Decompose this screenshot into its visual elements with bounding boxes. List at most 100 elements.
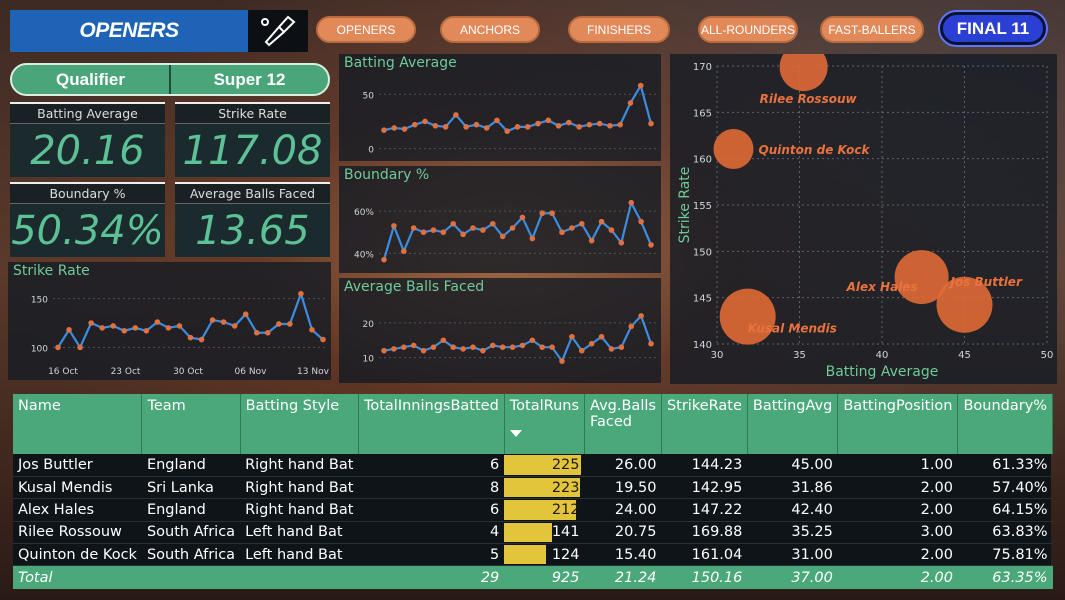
data-point (524, 124, 531, 130)
table-cell: Left hand Bat (240, 521, 359, 545)
data-point (165, 325, 172, 331)
table-cell: 63.83% (957, 521, 1053, 545)
table-cell: Jos Buttler (13, 454, 142, 477)
data-point (576, 124, 582, 130)
kpi-boundary-pct: Boundary % 50.34% (10, 182, 165, 257)
data-point (529, 235, 536, 242)
table-cell: 8 (358, 476, 505, 500)
data-point (617, 121, 623, 128)
data-point (55, 344, 61, 351)
column-header[interactable]: Batting Style (240, 394, 359, 454)
table-cell: 212 (504, 498, 585, 522)
data-point (578, 220, 585, 227)
bubble (779, 54, 828, 92)
table-cell: 57.40% (957, 476, 1053, 500)
data-point (535, 120, 541, 127)
total-cell: 150.16 (661, 565, 748, 589)
nav-all-rounders-button[interactable]: ALL-ROUNDERS (698, 16, 798, 43)
data-point (539, 210, 546, 217)
x-tick-label: 16 Oct (48, 367, 78, 377)
table-row[interactable]: Alex Hales England Right hand Bat 6 212 24.00… (13, 498, 1053, 522)
data-point (412, 121, 418, 128)
nav-anchors-button[interactable]: ANCHORS (440, 16, 540, 43)
table-cell: 2.00 (837, 543, 958, 567)
table-row[interactable]: Quinton de Kock South Africa Left hand Bat… (13, 543, 1053, 567)
column-header[interactable]: StrikeRate (661, 394, 748, 454)
y-tick-label: 10 (363, 355, 375, 365)
table-cell: 31.86 (747, 476, 838, 500)
kpi-value: 117.08 (182, 128, 323, 174)
column-header[interactable]: TotalRuns (504, 394, 586, 454)
data-point (231, 323, 238, 329)
data-point (430, 227, 437, 233)
final-11-button[interactable]: FINAL 11 (940, 12, 1046, 45)
bubble-label: Quinton de Kock (759, 143, 871, 157)
qualifier-toggle[interactable]: Qualifier (12, 65, 171, 94)
column-header[interactable]: TotalInningsBatted (358, 394, 505, 454)
nav-openers-button[interactable]: OPENERS (316, 16, 416, 43)
data-point (242, 311, 249, 318)
table-cell: 15.40 (584, 543, 662, 567)
data-point (430, 344, 437, 350)
super-12-toggle[interactable]: Super 12 (171, 65, 328, 94)
table-cell: 141 (504, 521, 585, 545)
data-point (440, 229, 447, 236)
column-header[interactable]: Boundary% (957, 394, 1054, 454)
data-point (529, 337, 536, 344)
data-point (420, 229, 427, 236)
total-cell: 21.24 (584, 565, 662, 589)
bubble (719, 288, 776, 345)
nav-finishers-button[interactable]: FINISHERS (568, 16, 670, 43)
table-cell: Sri Lanka (141, 476, 241, 500)
nav-fast-ballers-button[interactable]: FAST-BALLERS (820, 16, 924, 43)
table-cell: 4 (358, 521, 505, 545)
data-point (559, 229, 565, 236)
y-tick-label: 60% (354, 208, 374, 218)
table-cell: 19.50 (584, 476, 662, 500)
data-point (154, 319, 161, 325)
table-row[interactable]: Jos Buttler England Right hand Bat 6 225 26.0… (13, 454, 1053, 477)
average-balls-faced-chart: Average Balls Faced 10 20 (339, 278, 661, 383)
data-point (253, 329, 260, 336)
data-point (66, 327, 72, 333)
x-tick-label: 13 Nov (297, 367, 330, 377)
data-point (648, 340, 654, 347)
x-tick-label: 30 Oct (173, 367, 203, 377)
data-point (559, 358, 565, 364)
column-header[interactable]: Team (141, 394, 241, 454)
column-header[interactable]: BattingPosition (837, 394, 959, 454)
kpi-batting-average: Batting Average 20.16 (10, 102, 165, 177)
runs-value: 124 (551, 546, 580, 563)
y-tick-label: 140 (693, 340, 712, 351)
y-tick-label: 145 (693, 294, 712, 305)
column-header[interactable]: BattingAvg (747, 394, 839, 454)
data-point (549, 210, 555, 217)
column-header[interactable]: Avg.Balls Faced (584, 394, 662, 454)
data-point (198, 336, 205, 343)
table-row[interactable]: Kusal Mendis Sri Lanka Right hand Bat 8 223 1… (13, 476, 1053, 500)
table-cell: Right hand Bat (240, 454, 359, 477)
data-point (276, 321, 282, 327)
bubble-label: Kusal Mendis (748, 322, 837, 336)
table-cell: 64.15% (957, 498, 1053, 522)
data-point (264, 329, 271, 336)
table-cell: 26.00 (584, 454, 662, 477)
data-point (440, 337, 447, 344)
sort-desc-icon (509, 430, 522, 437)
data-point (549, 344, 555, 350)
data-point (176, 323, 183, 329)
x-tick-label: 50 (1041, 350, 1054, 361)
data-point (391, 125, 398, 131)
data-point (588, 340, 595, 347)
table-row[interactable]: Rilee Rossouw South Africa Left hand Bat 4 1… (13, 521, 1053, 545)
kpi-label: Average Balls Faced (175, 184, 330, 204)
column-header[interactable]: Name (13, 394, 143, 454)
table-cell: 6 (358, 498, 505, 522)
kpi-label: Strike Rate (175, 104, 330, 124)
x-tick-label: 30 (711, 350, 724, 361)
y-tick-label: 50 (363, 91, 375, 101)
table-cell: Rilee Rossouw (13, 521, 142, 545)
strike-rate-vs-batting-average-scatter: 30 35 40 45 50 140 145 150 155 160 165 170 Batting A… (677, 54, 1054, 380)
cricket-bat-icon (248, 10, 308, 52)
table-cell: Kusal Mendis (13, 476, 142, 500)
